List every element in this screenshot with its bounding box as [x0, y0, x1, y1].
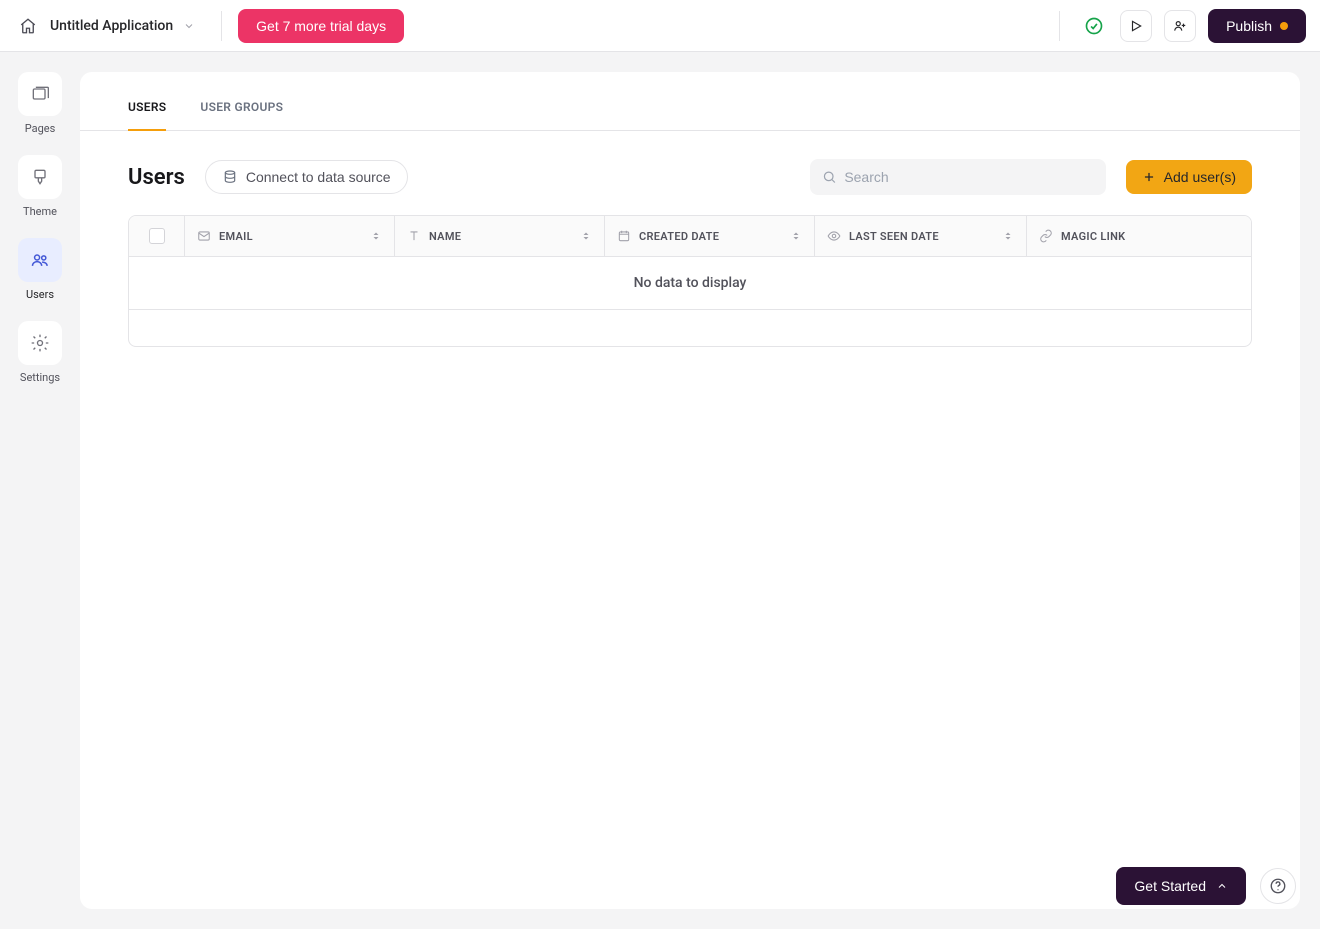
column-header-email[interactable]: EMAIL [185, 216, 395, 256]
chevron-down-icon [183, 20, 195, 32]
select-all-checkbox[interactable] [149, 228, 165, 244]
help-button[interactable] [1260, 868, 1296, 904]
table-header-row: EMAIL NAME CREATED DATE [129, 216, 1251, 257]
tab-user-groups[interactable]: USER GROUPS [200, 100, 283, 130]
column-header-label: LAST SEEN DATE [849, 230, 939, 243]
sort-icon [370, 230, 382, 242]
sidebar: Pages Theme Users Settings [0, 52, 80, 929]
layout: Pages Theme Users Settings USERS [0, 52, 1320, 929]
table-footer [129, 310, 1251, 346]
app-title-dropdown[interactable]: Untitled Application [50, 18, 205, 34]
pages-icon [30, 84, 50, 104]
search-box[interactable] [810, 159, 1106, 195]
topbar: Untitled Application Get 7 more trial da… [0, 0, 1320, 52]
gear-icon [30, 333, 50, 353]
table-wrap: EMAIL NAME CREATED DATE [80, 215, 1300, 347]
column-header-label: EMAIL [219, 230, 253, 243]
preview-button[interactable] [1120, 10, 1152, 42]
table-empty-message: No data to display [129, 257, 1251, 310]
sidebar-item-pages[interactable]: Pages [18, 72, 62, 135]
help-icon [1269, 877, 1287, 895]
home-icon [19, 17, 37, 35]
status-indicator[interactable] [1080, 12, 1108, 40]
column-header-last-seen-date[interactable]: LAST SEEN DATE [815, 216, 1027, 256]
text-icon [407, 229, 421, 243]
play-icon [1129, 19, 1143, 33]
paintbrush-icon [30, 167, 50, 187]
sidebar-item-label: Pages [25, 122, 56, 135]
calendar-icon [617, 229, 631, 243]
plus-icon [1142, 170, 1156, 184]
divider [1059, 11, 1060, 41]
sidebar-item-label: Users [26, 288, 54, 301]
home-button[interactable] [14, 12, 42, 40]
main-panel: USERS USER GROUPS Users Connect to data … [80, 72, 1300, 909]
sort-icon [1002, 230, 1014, 242]
check-circle-icon [1084, 16, 1104, 36]
tab-users[interactable]: USERS [128, 100, 166, 130]
users-icon [30, 250, 50, 270]
link-icon [1039, 229, 1053, 243]
datasource-button-label: Connect to data source [246, 169, 391, 185]
trial-days-button[interactable]: Get 7 more trial days [238, 9, 404, 43]
column-header-magic-link[interactable]: MAGIC LINK [1027, 216, 1251, 256]
publish-status-dot [1280, 22, 1288, 30]
sidebar-item-settings[interactable]: Settings [18, 321, 62, 384]
mail-icon [197, 229, 211, 243]
tab-label: USER GROUPS [200, 100, 283, 114]
invite-user-button[interactable] [1164, 10, 1196, 42]
user-plus-icon [1173, 19, 1187, 33]
column-header-checkbox[interactable] [129, 216, 185, 256]
database-icon [222, 169, 238, 185]
add-user-button[interactable]: Add user(s) [1126, 160, 1252, 194]
sidebar-item-users[interactable]: Users [18, 238, 62, 301]
topbar-right: Publish [1051, 9, 1306, 43]
floating-actions: Get Started [1116, 867, 1296, 905]
chevron-up-icon [1216, 880, 1228, 892]
column-header-label: NAME [429, 230, 461, 243]
column-header-created-date[interactable]: CREATED DATE [605, 216, 815, 256]
page-title: Users [128, 165, 185, 190]
sidebar-item-theme[interactable]: Theme [18, 155, 62, 218]
get-started-button[interactable]: Get Started [1116, 867, 1246, 905]
tab-label: USERS [128, 100, 166, 114]
app-title: Untitled Application [50, 18, 173, 34]
page-header: Users Connect to data source Add user(s) [80, 131, 1300, 215]
users-table: EMAIL NAME CREATED DATE [128, 215, 1252, 347]
sort-icon [580, 230, 592, 242]
get-started-label: Get Started [1134, 878, 1206, 894]
sort-icon [790, 230, 802, 242]
publish-button-label: Publish [1226, 18, 1272, 34]
column-header-label: MAGIC LINK [1061, 230, 1125, 243]
sidebar-item-label: Theme [23, 205, 57, 218]
search-input[interactable] [844, 169, 1093, 185]
sidebar-item-label: Settings [20, 371, 60, 384]
column-header-name[interactable]: NAME [395, 216, 605, 256]
eye-icon [827, 229, 841, 243]
column-header-label: CREATED DATE [639, 230, 719, 243]
add-user-button-label: Add user(s) [1164, 169, 1236, 185]
search-icon [822, 169, 837, 185]
tabs: USERS USER GROUPS [80, 72, 1300, 131]
divider [221, 11, 222, 41]
connect-datasource-button[interactable]: Connect to data source [205, 160, 408, 194]
publish-button[interactable]: Publish [1208, 9, 1306, 43]
